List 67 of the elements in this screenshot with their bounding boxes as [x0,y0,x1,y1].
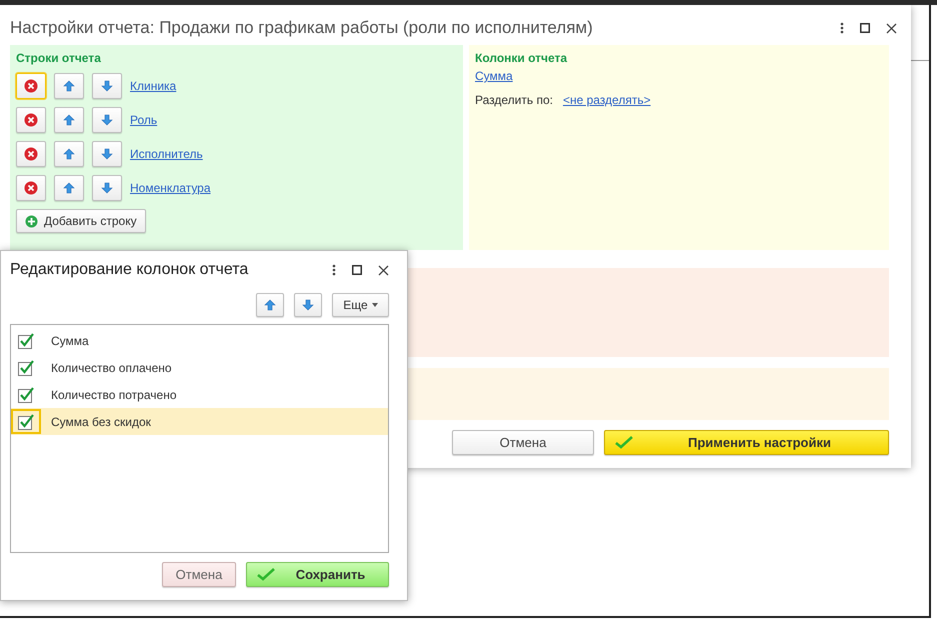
save-button[interactable]: Сохранить [246,562,389,587]
checkbox[interactable] [18,332,34,348]
maximize-icon[interactable] [860,23,870,33]
row-field-link[interactable]: Клиника [130,79,176,93]
more-icon[interactable] [332,264,336,276]
delete-button[interactable] [16,73,46,99]
column-field-link[interactable]: Сумма [475,69,513,83]
move-up-button[interactable] [54,175,84,201]
section-title: Колонки отчета [475,51,568,65]
column-list-row[interactable]: Количество потрачено [11,381,388,408]
arrow-down-icon [101,114,113,126]
more-icon[interactable] [840,22,844,34]
arrow-down-icon [101,148,113,160]
plus-icon [25,214,38,228]
delete-button[interactable] [16,141,46,167]
column-list-row[interactable]: Количество оплачено [11,354,388,381]
check-icon [257,568,275,581]
move-down-button[interactable] [92,175,122,201]
delete-icon [24,79,38,93]
column-name: Количество оплачено [51,360,172,374]
cancel-button[interactable]: Отмена [452,430,594,455]
arrow-down-icon [101,80,113,92]
delete-icon [24,113,38,127]
arrow-up-icon [63,80,75,92]
cancel-button[interactable]: Отмена [162,562,236,587]
split-label: Разделить по: [475,93,553,107]
column-name: Сумма без скидок [51,414,151,428]
column-name: Сумма [51,334,89,348]
move-down-button[interactable] [92,73,122,99]
move-down-button[interactable] [92,107,122,133]
arrow-down-icon [302,299,314,311]
move-down-button[interactable] [92,141,122,167]
column-list-row[interactable]: Сумма без скидок [11,408,388,435]
close-icon[interactable] [378,264,389,276]
split-link[interactable]: <не разделять> [562,93,651,107]
close-icon[interactable] [886,22,897,34]
window-title: Настройки отчета: Продажи по графикам работы (роли по исполнителям) [10,18,593,38]
arrow-up-icon [63,182,75,194]
checkbox[interactable] [18,414,34,430]
apply-button[interactable]: Применить настройки [604,430,889,455]
arrow-up-icon [63,114,75,126]
add-row-button[interactable]: Добавить строку [16,209,146,233]
row-field-link[interactable]: Роль [130,113,158,127]
more-menu-button[interactable]: Еще [332,293,389,317]
maximize-icon[interactable] [352,265,362,275]
check-icon [615,436,633,449]
checkbox[interactable] [18,360,34,376]
delete-button[interactable] [16,175,46,201]
row-field-link[interactable]: Номенклатура [130,181,211,195]
move-up-button[interactable] [54,73,84,99]
caret-icon [372,303,378,307]
delete-icon [24,147,38,161]
arrow-up-icon [264,299,276,311]
checkbox[interactable] [18,386,34,402]
move-up-button[interactable] [54,107,84,133]
column-name: Количество потрачено [51,388,176,402]
row-field-link[interactable]: Исполнитель [130,147,203,161]
move-up-button[interactable] [54,141,84,167]
column-list-row[interactable]: Сумма [11,327,388,354]
arrow-up-icon [63,148,75,160]
move-up-button[interactable] [256,293,284,317]
delete-icon [24,181,38,195]
delete-button[interactable] [16,107,46,133]
move-down-button[interactable] [294,293,322,317]
arrow-down-icon [101,182,113,194]
dialog-title: Редактирование колонок отчета [10,261,248,279]
section-title: Строки отчета [16,51,102,65]
